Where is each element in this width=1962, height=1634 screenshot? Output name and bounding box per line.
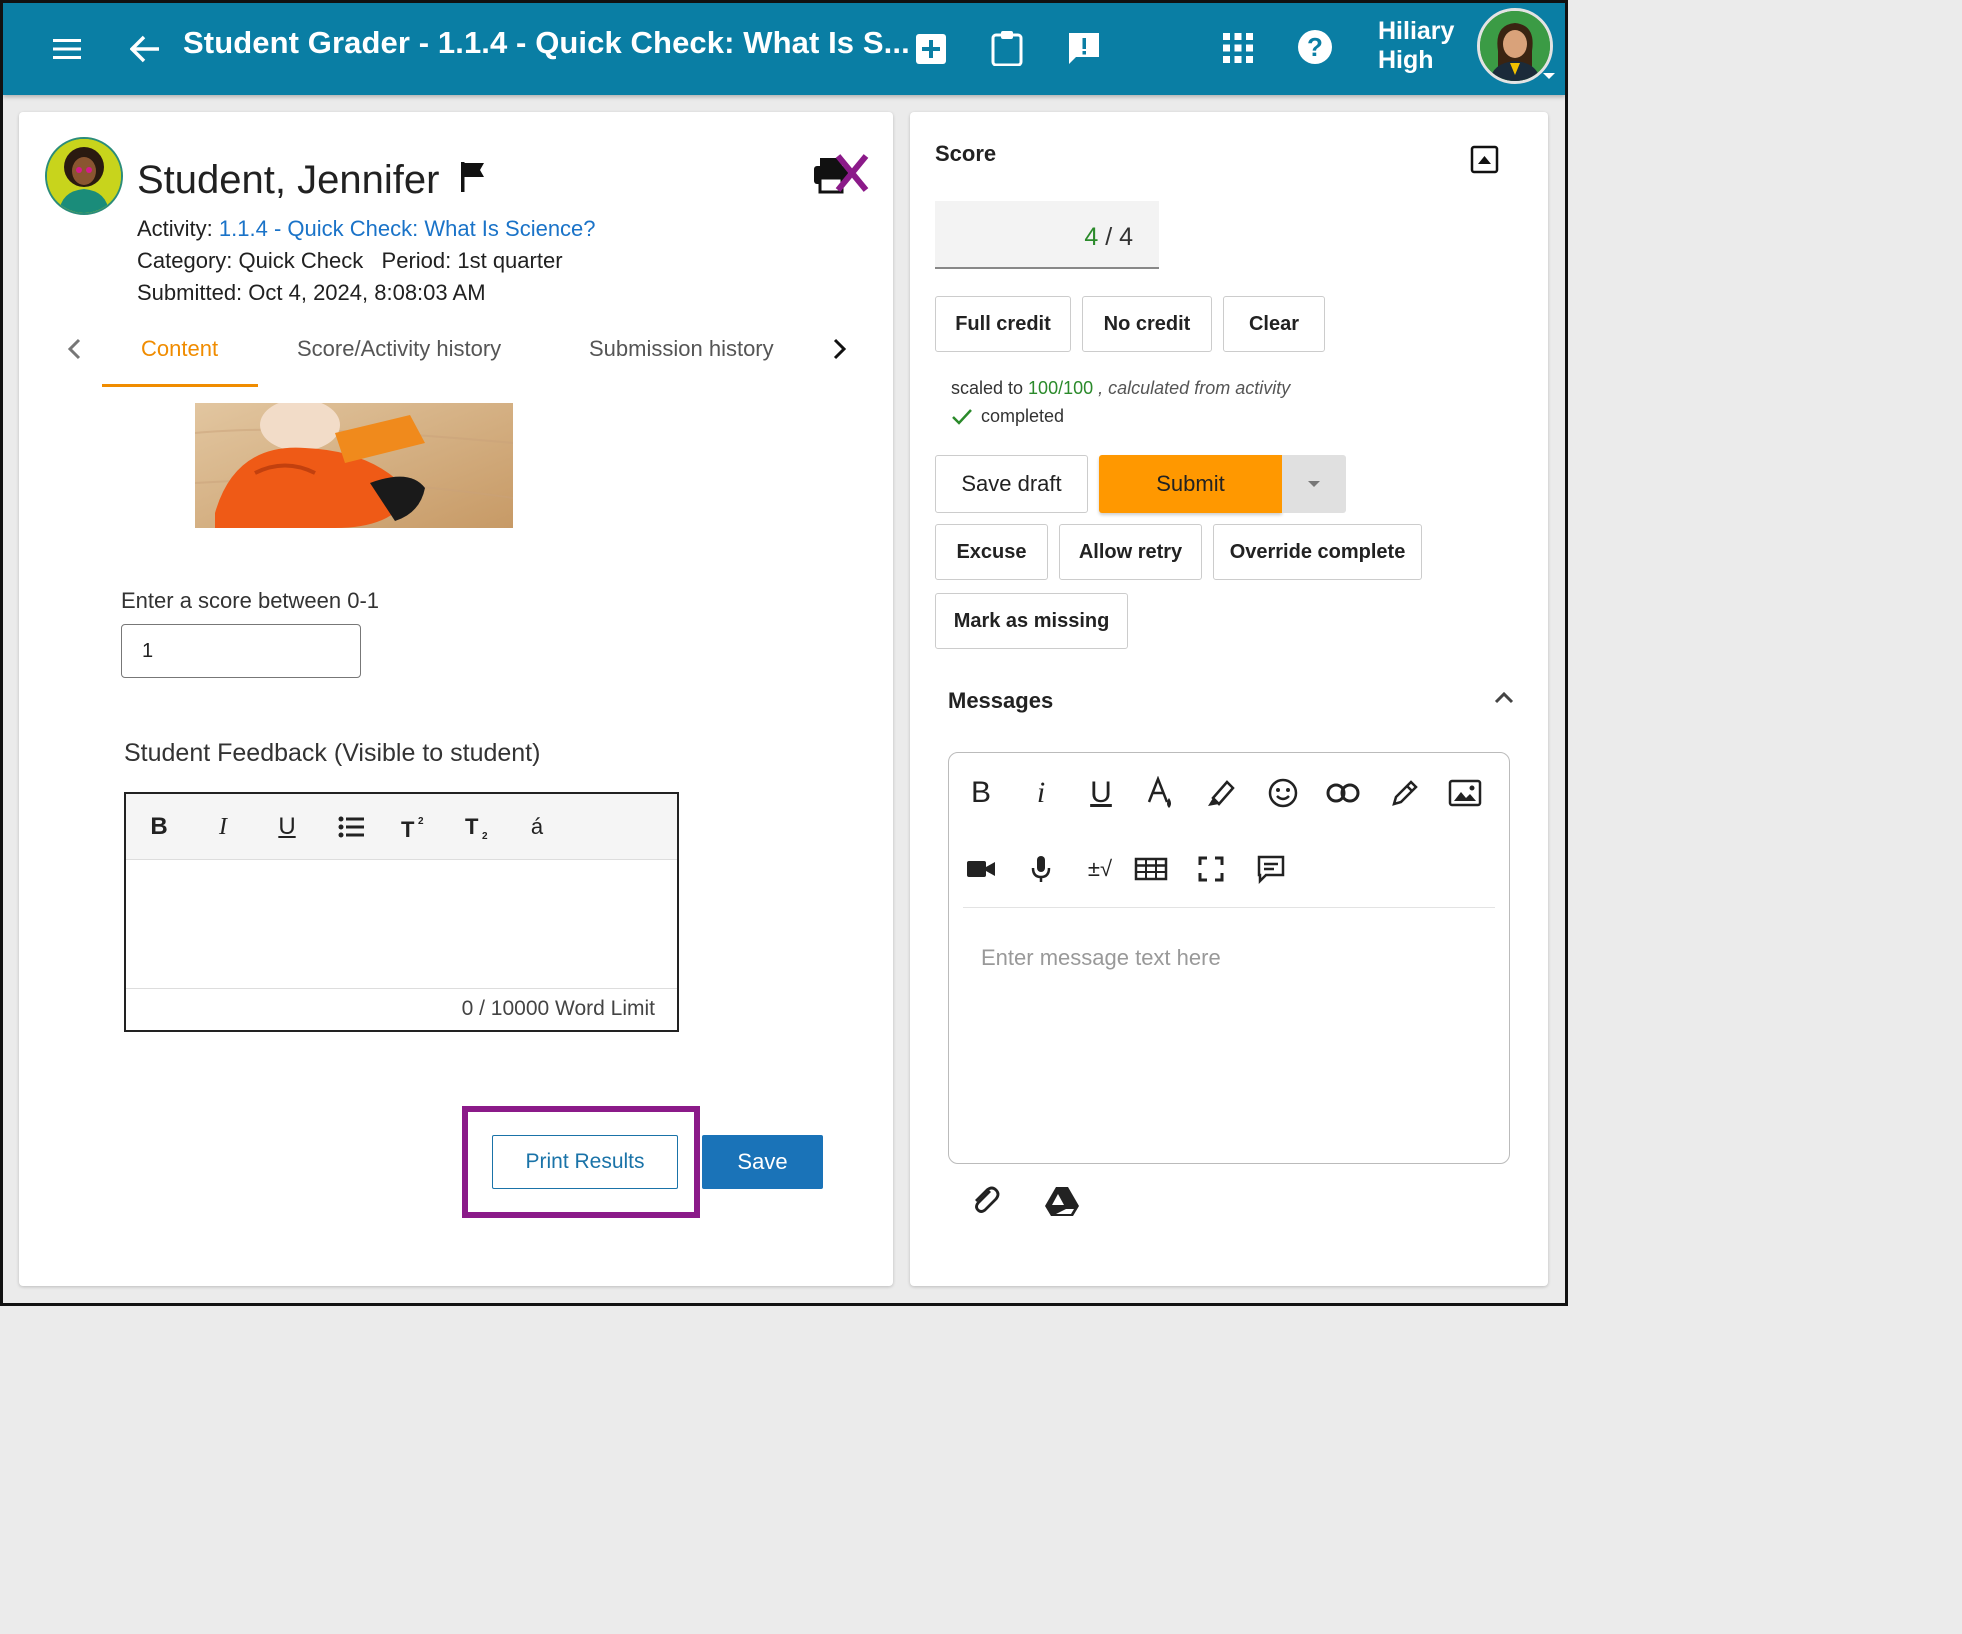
completed-status: completed: [951, 406, 1064, 427]
table-icon[interactable]: [1131, 849, 1171, 889]
link-icon[interactable]: [1323, 773, 1363, 813]
clipboard-icon[interactable]: [985, 25, 1029, 71]
score-input[interactable]: [121, 624, 361, 678]
svg-text:?: ?: [1307, 32, 1323, 62]
video-icon[interactable]: [961, 849, 1001, 889]
highlighter-icon[interactable]: [1201, 773, 1241, 813]
superscript-icon[interactable]: T2: [398, 810, 432, 844]
tab-bar: Content Score/Activity history Submissio…: [19, 316, 893, 388]
feedback-icon[interactable]: [1061, 25, 1107, 71]
score-value: 4 / 4: [1084, 223, 1133, 251]
underline-button[interactable]: U: [270, 810, 304, 844]
back-arrow-icon[interactable]: [123, 27, 167, 71]
emoji-icon[interactable]: [1263, 773, 1303, 813]
mark-missing-button[interactable]: Mark as missing: [935, 593, 1128, 649]
math-equation-button[interactable]: ±√: [1075, 849, 1125, 889]
comment-icon[interactable]: [1251, 849, 1291, 889]
chevron-down-icon[interactable]: [1543, 73, 1555, 79]
avatar[interactable]: [1477, 8, 1553, 84]
bold-button[interactable]: B: [961, 773, 1001, 813]
user-name[interactable]: Hiliary High: [1378, 17, 1454, 75]
image-icon[interactable]: [1445, 773, 1485, 813]
message-editor: B i U ±√ Enter message text here: [948, 752, 1510, 1164]
activity-link[interactable]: 1.1.4 - Quick Check: What Is Science?: [219, 216, 596, 241]
feedback-label: Student Feedback (Visible to student): [124, 739, 541, 767]
svg-text:2: 2: [482, 831, 488, 840]
text-color-icon[interactable]: [1141, 773, 1181, 813]
add-box-icon[interactable]: [909, 27, 953, 71]
activity-photo: [195, 403, 513, 528]
tab-score-activity-history[interactable]: Score/Activity history: [297, 336, 501, 362]
chevron-up-icon[interactable]: [1492, 688, 1516, 711]
save-draft-button[interactable]: Save draft: [935, 455, 1088, 513]
save-button[interactable]: Save: [702, 1135, 823, 1189]
tab-submission-history[interactable]: Submission history: [589, 336, 774, 362]
chevron-right-icon[interactable]: [827, 334, 851, 369]
google-drive-icon[interactable]: [1044, 1185, 1080, 1222]
score-prompt: Enter a score between 0-1: [121, 588, 380, 613]
bullet-list-icon[interactable]: [334, 810, 368, 844]
menu-icon[interactable]: [47, 29, 87, 69]
subscript-icon[interactable]: T2: [462, 810, 496, 844]
student-avatar: [45, 137, 123, 215]
tab-content[interactable]: Content: [141, 336, 218, 362]
svg-text:T: T: [465, 814, 479, 839]
svg-text:T: T: [401, 817, 415, 839]
activity-line: Activity: 1.1.4 - Quick Check: What Is S…: [137, 216, 596, 241]
scaled-score-note: scaled to 100/100 , calculated from acti…: [951, 378, 1291, 398]
override-complete-button[interactable]: Override complete: [1213, 524, 1422, 580]
print-results-button[interactable]: Print Results: [492, 1135, 678, 1189]
feedback-editor: B I U T2 T2 á 0 / 10000 Word Limit: [124, 792, 679, 1032]
message-input[interactable]: Enter message text here: [981, 945, 1221, 971]
collapse-panel-icon[interactable]: [1470, 145, 1500, 180]
word-limit-counter: 0 / 10000 Word Limit: [126, 988, 677, 1030]
help-icon[interactable]: ?: [1291, 23, 1339, 71]
fullscreen-icon[interactable]: [1191, 849, 1231, 889]
messages-title: Messages: [948, 688, 1054, 713]
student-name: Student, Jennifer: [137, 158, 440, 202]
chevron-left-icon[interactable]: [63, 334, 87, 369]
underline-button[interactable]: U: [1081, 773, 1121, 813]
paperclip-icon[interactable]: [968, 1183, 1004, 1224]
feedback-toolbar: B I U T2 T2 á: [126, 794, 677, 860]
submit-options-chevron-icon[interactable]: [1282, 455, 1346, 513]
score-title: Score: [935, 141, 997, 166]
print-disabled-icon[interactable]: [810, 152, 870, 201]
flag-icon[interactable]: [458, 160, 488, 199]
category-period-line: Category: Quick Check Period: 1st quarte…: [137, 248, 563, 273]
page-title: Student Grader - 1.1.4 - Quick Check: Wh…: [183, 25, 910, 60]
full-credit-button[interactable]: Full credit: [935, 296, 1071, 352]
clear-button[interactable]: Clear: [1223, 296, 1325, 352]
microphone-icon[interactable]: [1021, 849, 1061, 889]
submitted-line: Submitted: Oct 4, 2024, 8:08:03 AM: [137, 280, 486, 305]
apps-grid-icon[interactable]: [1215, 25, 1261, 71]
svg-text:2: 2: [418, 816, 424, 827]
submit-button[interactable]: Submit: [1099, 455, 1282, 513]
allow-retry-button[interactable]: Allow retry: [1059, 524, 1202, 580]
checkmark-icon: [952, 408, 972, 425]
top-bar: Student Grader - 1.1.4 - Quick Check: Wh…: [3, 3, 1565, 95]
italic-button[interactable]: I: [206, 810, 240, 844]
bold-button[interactable]: B: [142, 810, 176, 844]
tab-active-indicator: [102, 384, 258, 387]
toolbar-divider: [963, 907, 1495, 908]
no-credit-button[interactable]: No credit: [1082, 296, 1212, 352]
pencil-icon[interactable]: [1385, 773, 1425, 813]
special-characters-button[interactable]: á: [520, 810, 554, 844]
score-field[interactable]: 4 / 4: [935, 201, 1159, 269]
excuse-button[interactable]: Excuse: [935, 524, 1048, 580]
italic-button[interactable]: i: [1021, 773, 1061, 813]
